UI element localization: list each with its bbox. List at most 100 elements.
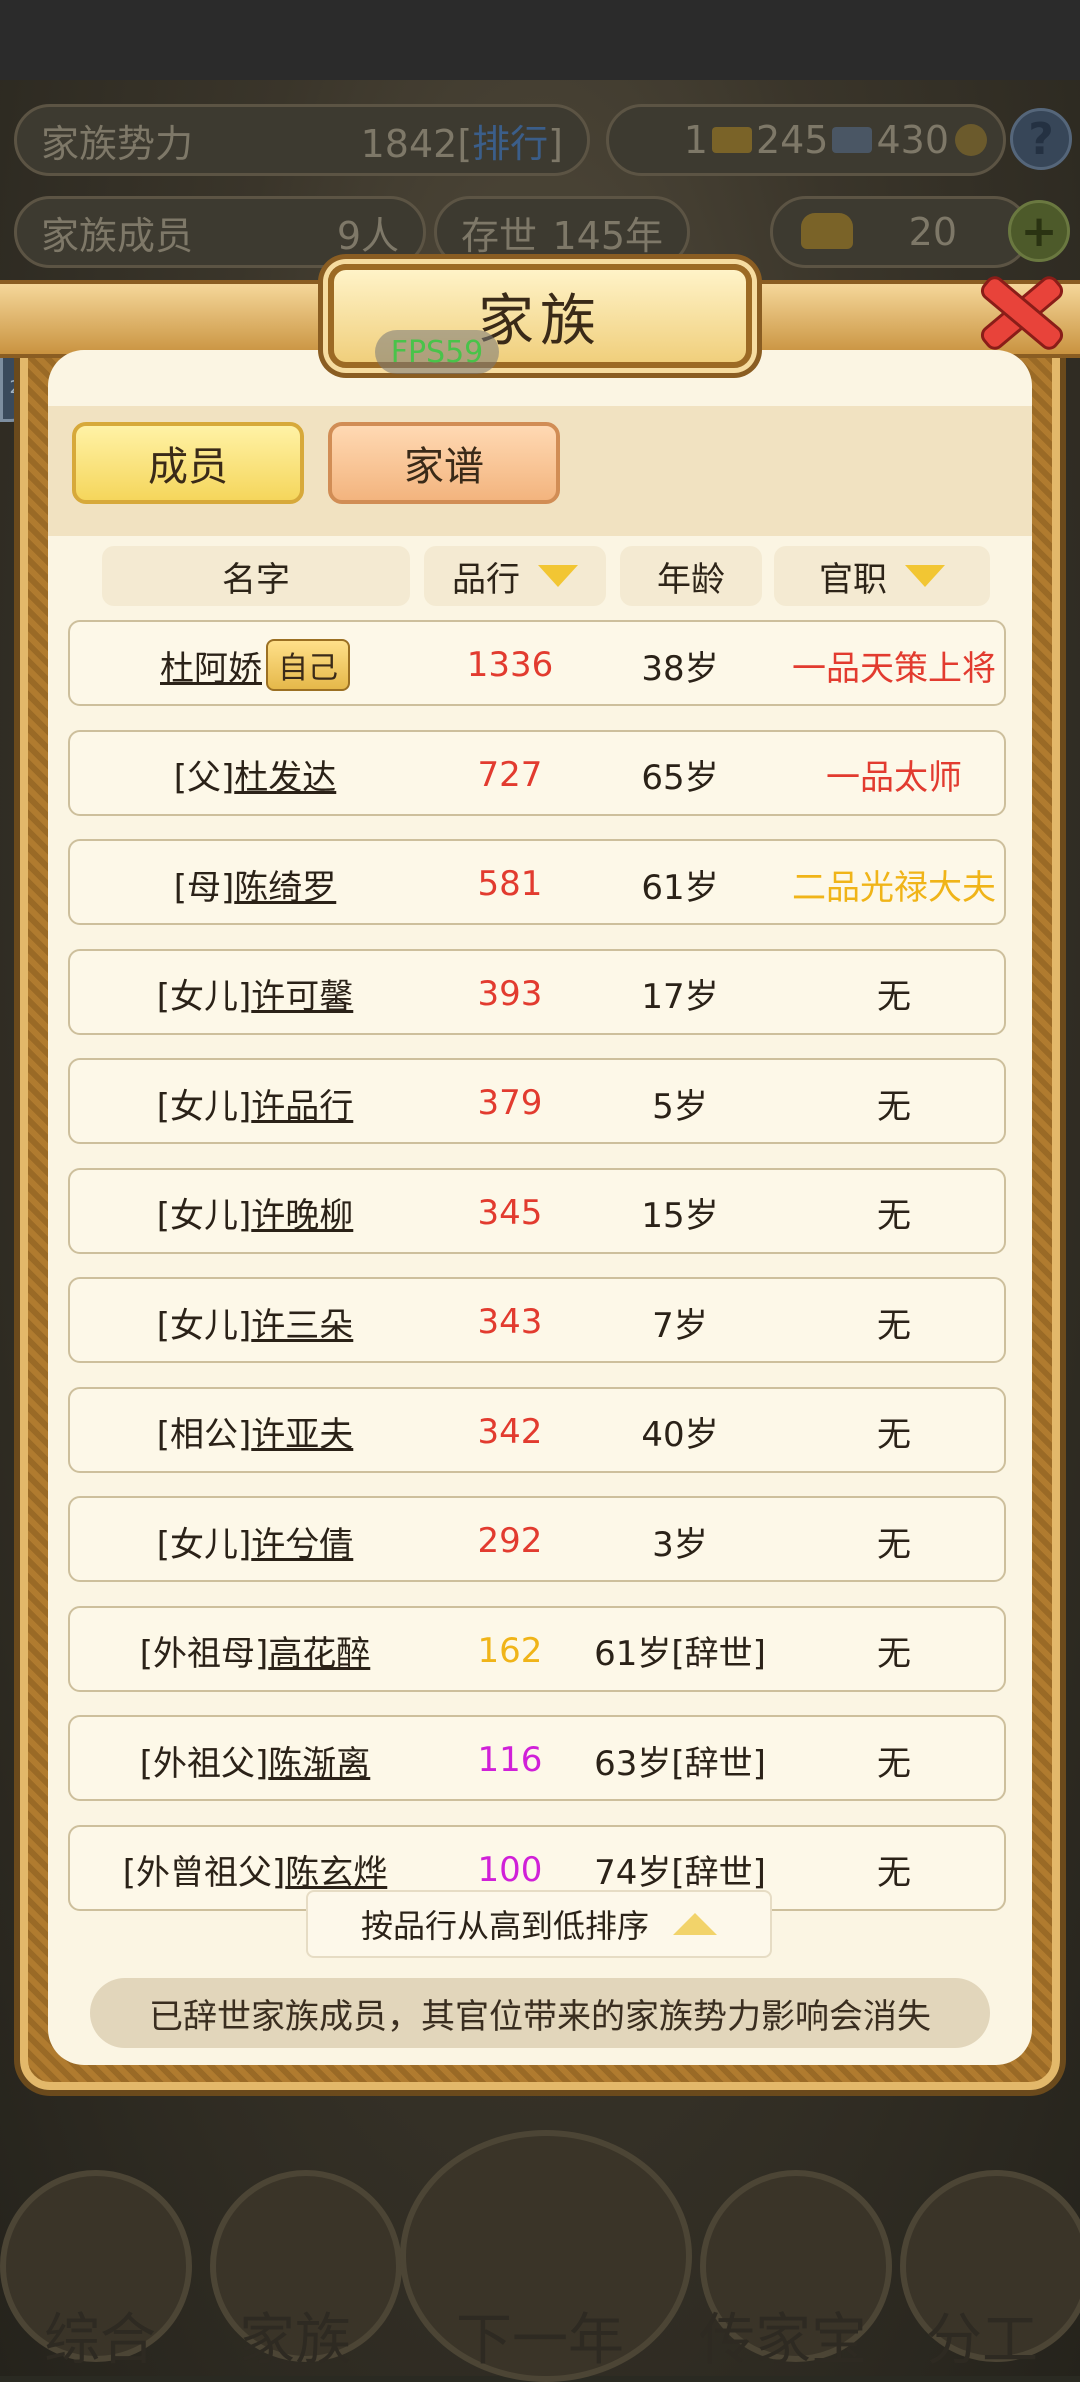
rank-link[interactable]: 排行 (472, 122, 548, 166)
status-bar (0, 0, 1080, 80)
member-age: 63岁[辞世] (594, 1743, 766, 1784)
tab-family-tree[interactable]: 家谱 (328, 422, 560, 504)
member-list[interactable]: 杜阿娇 自己 1336 38岁 一品天策上将 [父] 杜发达 727 65岁 一品太师 [母] 陈绮罗… (68, 620, 1008, 1920)
member-title: 无 (877, 1853, 911, 1893)
member-name-link[interactable]: 陈渐离 (268, 1736, 370, 1785)
member-age: 40岁 (641, 1415, 719, 1455)
member-row[interactable]: [女儿] 许可馨 393 17岁 无 (68, 948, 1006, 1035)
nav-overview[interactable]: 综合 (0, 2295, 200, 2376)
member-merit: 292 (477, 1521, 543, 1561)
member-row[interactable]: [外祖父] 陈渐离 116 63岁[辞世] 无 (68, 1715, 1006, 1801)
family-members-label: 家族成员 (41, 213, 194, 258)
member-name-link[interactable]: 杜发达 (234, 750, 336, 799)
self-badge: 自己 (266, 639, 350, 691)
member-title: 一品太师 (826, 758, 962, 798)
member-name-cell: [女儿] 许品行 (70, 1060, 440, 1146)
member-age: 17岁 (641, 977, 719, 1017)
member-name-cell: [母] 陈绮罗 (70, 841, 440, 927)
member-merit: 345 (477, 1192, 543, 1233)
member-row[interactable]: [外祖母] 高花醉 162 61岁[辞世] 无 (68, 1605, 1006, 1694)
sort-down-icon (538, 565, 578, 587)
column-header-merit[interactable]: 品行 (424, 546, 606, 606)
member-name-link[interactable]: 许亚夫 (251, 1407, 353, 1456)
member-merit: 343 (477, 1302, 543, 1342)
nav-division[interactable]: 分工 (882, 2295, 1080, 2376)
member-title: 无 (877, 1634, 911, 1674)
nav-heirloom[interactable]: 传家宝 (683, 2295, 883, 2376)
member-row[interactable]: [女儿] 许晚柳 345 15岁 无 (68, 1167, 1006, 1256)
member-merit: 581 (477, 864, 543, 904)
column-header-title[interactable]: 官职 (774, 546, 990, 606)
gold-ingot-icon (801, 213, 853, 249)
member-name-link[interactable]: 许兮倩 (251, 1517, 353, 1566)
member-relation: [女儿] (156, 1196, 252, 1236)
member-row[interactable]: [女儿] 许兮倩 292 3岁 无 (68, 1496, 1006, 1582)
member-relation: [外祖父] (139, 1743, 269, 1784)
member-name-link[interactable]: 许可馨 (251, 969, 353, 1018)
coin-icon (955, 124, 987, 156)
member-name-cell: [外祖母] 高花醉 (70, 1608, 440, 1694)
member-row[interactable]: [母] 陈绮罗 581 61岁 二品光禄大夫 (68, 839, 1006, 925)
member-row[interactable]: [相公] 许亚夫 342 40岁 无 (68, 1386, 1006, 1475)
member-merit: 1336 (466, 645, 554, 685)
member-relation: [相公] (156, 1415, 252, 1455)
member-name-link[interactable]: 陈玄烨 (285, 1845, 387, 1894)
member-name-link[interactable]: 陈绮罗 (234, 860, 336, 909)
member-name-cell: [女儿] 许三朵 (70, 1279, 440, 1365)
resource-2-value: 245 (755, 118, 829, 162)
family-modal: 成员 家谱 名字 品行 年龄 官职 杜阿娇 自己 1336 38岁 一品天策上将 [父] 杜… (48, 350, 1032, 2065)
member-name-cell: [外祖父] 陈渐离 (70, 1717, 440, 1803)
member-name-cell: [相公] 许亚夫 (70, 1389, 440, 1475)
member-age: 7岁 (652, 1305, 708, 1346)
gold-ingot-value: 20 (908, 210, 957, 254)
tab-members[interactable]: 成员 (72, 422, 304, 504)
resource-1-value: 1 (683, 118, 708, 162)
close-button[interactable] (970, 262, 1068, 358)
column-header-name[interactable]: 名字 (102, 546, 410, 606)
exist-years-bar: 存世 145年 (434, 196, 690, 268)
member-name-link[interactable]: 杜阿娇 (160, 641, 262, 690)
member-name-cell: [女儿] 许兮倩 (70, 1498, 440, 1584)
member-relation: [女儿] (156, 1305, 252, 1346)
exist-years-value: 145年 (552, 213, 663, 258)
sort-order-label: 按品行从高到低排序 (360, 1907, 649, 1945)
add-gold-button[interactable]: + (1008, 200, 1070, 262)
member-age: 15岁 (641, 1196, 719, 1236)
member-name-link[interactable]: 许品行 (251, 1079, 353, 1128)
member-name-link[interactable]: 许晚柳 (251, 1188, 353, 1237)
resource-bar: 1 245 430 (606, 104, 1006, 176)
family-power-label: 家族势力 (41, 121, 194, 166)
member-relation: [外祖母] (139, 1634, 269, 1674)
member-title: 无 (877, 1305, 911, 1346)
column-header-age[interactable]: 年龄 (620, 546, 762, 606)
family-power-number: 1842 (360, 121, 458, 166)
family-power-bar[interactable]: 家族势力 1842[排行] (14, 104, 590, 176)
member-name-link[interactable]: 高花醉 (268, 1626, 370, 1675)
nav-next-year[interactable]: 下一年 (440, 2295, 640, 2376)
column-title-label: 官职 (819, 559, 887, 600)
member-title: 无 (877, 1524, 911, 1565)
member-age: 61岁[辞世] (594, 1634, 766, 1674)
member-relation: [女儿] (156, 977, 252, 1017)
member-row[interactable]: 杜阿娇 自己 1336 38岁 一品天策上将 (68, 620, 1006, 706)
member-merit: 727 (477, 754, 543, 795)
member-name-link[interactable]: 许三朵 (251, 1298, 353, 1347)
member-name-cell: [父] 杜发达 (70, 732, 440, 818)
gold-bar-icon (711, 127, 752, 153)
member-row[interactable]: [父] 杜发达 727 65岁 一品太师 (68, 729, 1006, 818)
member-name-cell: [女儿] 许晚柳 (70, 1170, 440, 1256)
nav-family[interactable]: 家族 (195, 2295, 395, 2376)
member-row[interactable]: [女儿] 许品行 379 5岁 无 (68, 1058, 1006, 1144)
sort-order-button[interactable]: 按品行从高到低排序 (306, 1890, 772, 1958)
deceased-notice: 已辞世家族成员，其官位带来的家族势力影响会消失 (90, 1978, 990, 2048)
bottom-nav: 综合 家族 下一年 传家宝 分工 (0, 2130, 1080, 2382)
exist-years-label: 存世 (461, 213, 538, 258)
member-title: 无 (877, 1196, 911, 1236)
member-age: 3岁 (652, 1524, 708, 1565)
filter-down-icon (905, 565, 945, 587)
help-button[interactable]: ? (1010, 108, 1072, 170)
member-name-cell: 杜阿娇 自己 (70, 622, 440, 708)
silver-bar-icon (832, 127, 873, 153)
member-row[interactable]: [女儿] 许三朵 343 7岁 无 (68, 1277, 1006, 1363)
fps-counter: FPS59 (375, 330, 499, 374)
